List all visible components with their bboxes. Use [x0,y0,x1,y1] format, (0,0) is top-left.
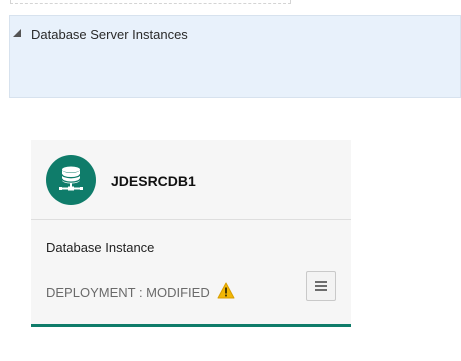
database-server-glyph [59,166,83,191]
collapse-triangle-icon [13,29,21,37]
hamburger-menu-icon [315,281,327,283]
database-instance-card[interactable]: JDESRCDB1 Database Instance DEPLOYMENT :… [31,140,351,327]
section-title: Database Server Instances [31,27,188,42]
hamburger-menu-icon-bar [315,289,327,291]
page: Database Server Instances JDESRCDB1 Data… [0,0,461,361]
database-server-instances-header: Database Server Instances [9,15,461,98]
warning-icon [217,282,235,299]
instance-name[interactable]: JDESRCDB1 [111,173,196,189]
card-header: JDESRCDB1 [31,140,351,220]
database-server-icon [46,155,96,205]
instance-type-label: Database Instance [46,240,155,255]
card-menu-button[interactable] [306,271,336,301]
hamburger-menu-icon-bar [315,285,327,287]
collapse-toggle[interactable] [10,24,28,42]
top-section-edge [10,0,291,4]
deployment-status: DEPLOYMENT : MODIFIED [46,285,210,300]
